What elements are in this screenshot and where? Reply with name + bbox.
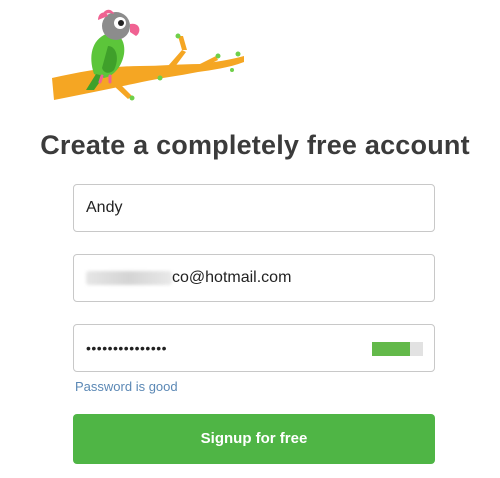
email-redaction (86, 271, 172, 285)
signup-button[interactable]: Signup for free (73, 414, 435, 464)
password-field-value: ••••••••••••••• (86, 340, 168, 356)
email-field-value: co@hotmail.com (172, 269, 292, 286)
page-title: Create a completely free account (40, 130, 470, 160)
password-strength-fill (372, 342, 411, 356)
name-field-value: Andy (86, 199, 123, 216)
password-hint: Password is good (75, 379, 178, 394)
password-field[interactable]: ••••••••••••••• (73, 324, 435, 372)
email-field[interactable]: co@hotmail.com (73, 254, 435, 302)
parrot-on-branch-icon (52, 9, 244, 101)
name-field[interactable]: Andy (73, 184, 435, 232)
password-strength-meter (372, 342, 423, 356)
